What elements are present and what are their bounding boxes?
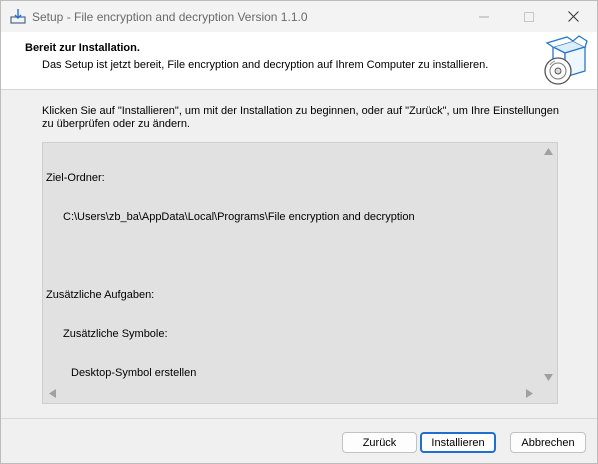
dest-path: C:\Users\zb_ba\AppData\Local\Programs\Fi…: [63, 211, 415, 223]
setup-box-icon: [544, 35, 588, 85]
install-button[interactable]: Installieren: [420, 432, 496, 453]
memo-blank-line: [46, 250, 415, 263]
minimize-button[interactable]: [461, 1, 506, 32]
back-button[interactable]: Zurück: [342, 432, 417, 453]
page-title: Bereit zur Installation.: [25, 42, 140, 54]
scroll-left-icon[interactable]: [49, 389, 56, 398]
tasks-label: Zusätzliche Aufgaben:: [46, 289, 155, 301]
scroll-down-icon[interactable]: [544, 374, 553, 381]
summary-text: Ziel-Ordner: C:\Users\zb_ba\AppData\Loca…: [46, 146, 415, 406]
installer-icon: [10, 9, 26, 24]
maximize-icon: [523, 11, 534, 22]
symbols-label: Zusätzliche Symbole:: [63, 328, 168, 340]
maximize-button[interactable]: [506, 1, 551, 32]
footer-divider: [1, 418, 597, 419]
page-subtitle: Das Setup ist jetzt bereit, File encrypt…: [42, 59, 489, 71]
setup-window: Setup - File encryption and decryption V…: [0, 0, 598, 464]
cancel-button[interactable]: Abbrechen: [510, 432, 586, 453]
minimize-icon: [478, 16, 489, 17]
header-divider: [1, 89, 597, 90]
instruction-text: Klicken Sie auf "Installieren", um mit d…: [42, 105, 559, 130]
summary-memo[interactable]: Ziel-Ordner: C:\Users\zb_ba\AppData\Loca…: [42, 142, 558, 404]
close-icon: [568, 11, 579, 22]
scroll-up-icon[interactable]: [544, 148, 553, 155]
title-bar[interactable]: Setup - File encryption and decryption V…: [1, 1, 597, 32]
window-title: Setup - File encryption and decryption V…: [32, 10, 308, 24]
desktop-item: Desktop-Symbol erstellen: [71, 367, 197, 379]
wizard-header: Bereit zur Installation. Das Setup ist j…: [1, 32, 597, 89]
dest-label: Ziel-Ordner:: [46, 172, 105, 184]
scroll-right-icon[interactable]: [526, 389, 533, 398]
close-button[interactable]: [551, 1, 596, 32]
